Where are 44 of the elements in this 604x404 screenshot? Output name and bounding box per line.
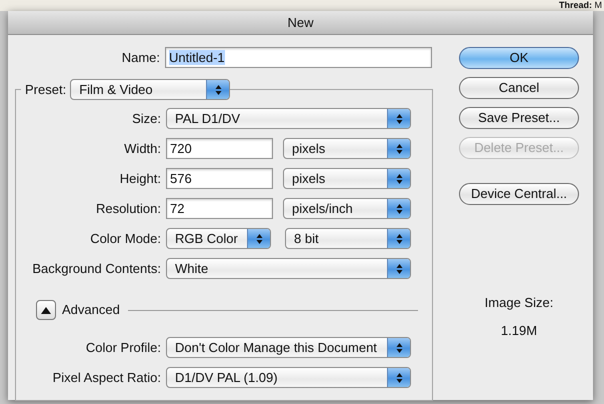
field-label: Color Mode: [89, 230, 162, 248]
field-label: Background Contents: [31, 260, 162, 278]
stepper-arrows-icon [256, 232, 262, 244]
popup-menu[interactable]: pixels [283, 138, 411, 159]
popup-menu[interactable]: Film & Video [70, 79, 230, 100]
image-size-value: 1.19M [500, 322, 538, 340]
field-label: Height: [118, 170, 162, 188]
dialog-button[interactable]: OK [459, 47, 579, 69]
popup-menu[interactable]: Don't Color Manage this Document [166, 337, 411, 358]
popup-menu[interactable]: 8 bit [285, 228, 411, 249]
triangle-up-icon [41, 306, 51, 314]
field-label: Width: [123, 140, 162, 158]
text-field[interactable]: 72 [166, 198, 273, 219]
stepper-arrows-icon [396, 372, 402, 384]
text-field[interactable]: 720 [166, 138, 273, 159]
window-title: New [8, 11, 593, 35]
dialog-button[interactable]: Device Central... [459, 183, 579, 205]
section-label: Advanced [62, 301, 120, 320]
field-label: Pixel Aspect Ratio: [52, 368, 162, 387]
popup-menu[interactable]: White [166, 258, 411, 279]
field-label: Color Profile: [84, 338, 162, 357]
text-field[interactable]: 576 [166, 168, 273, 189]
popup-menu[interactable]: pixels/inch [283, 198, 411, 219]
dialog-button[interactable]: Save Preset... [459, 107, 579, 129]
stepper-arrows-icon [396, 142, 402, 154]
popup-menu[interactable]: pixels [283, 168, 411, 189]
image-size-label: Image Size: [484, 294, 554, 312]
stepper-arrows-icon [396, 232, 402, 244]
field-label: Resolution: [94, 200, 162, 218]
field-label: Name: [120, 48, 161, 67]
dialog-button[interactable]: Cancel [459, 77, 579, 99]
thread-label: Thread: M [558, 0, 603, 10]
popup-menu[interactable]: D1/DV PAL (1.09) [166, 367, 411, 388]
stepper-arrows-icon [396, 112, 402, 124]
stepper-arrows-icon [396, 262, 402, 274]
field-label: Size: [131, 110, 162, 128]
popup-menu[interactable]: PAL D1/DV [166, 108, 411, 129]
name-field[interactable]: Untitled-1 [165, 47, 432, 68]
stepper-arrows-icon [396, 172, 402, 184]
stepper-arrows-icon [396, 202, 402, 214]
stepper-arrows-icon [214, 84, 222, 96]
stepper-arrows-icon [396, 342, 402, 354]
popup-menu[interactable]: RGB Color [166, 228, 271, 249]
disclosure-button[interactable] [36, 300, 56, 320]
